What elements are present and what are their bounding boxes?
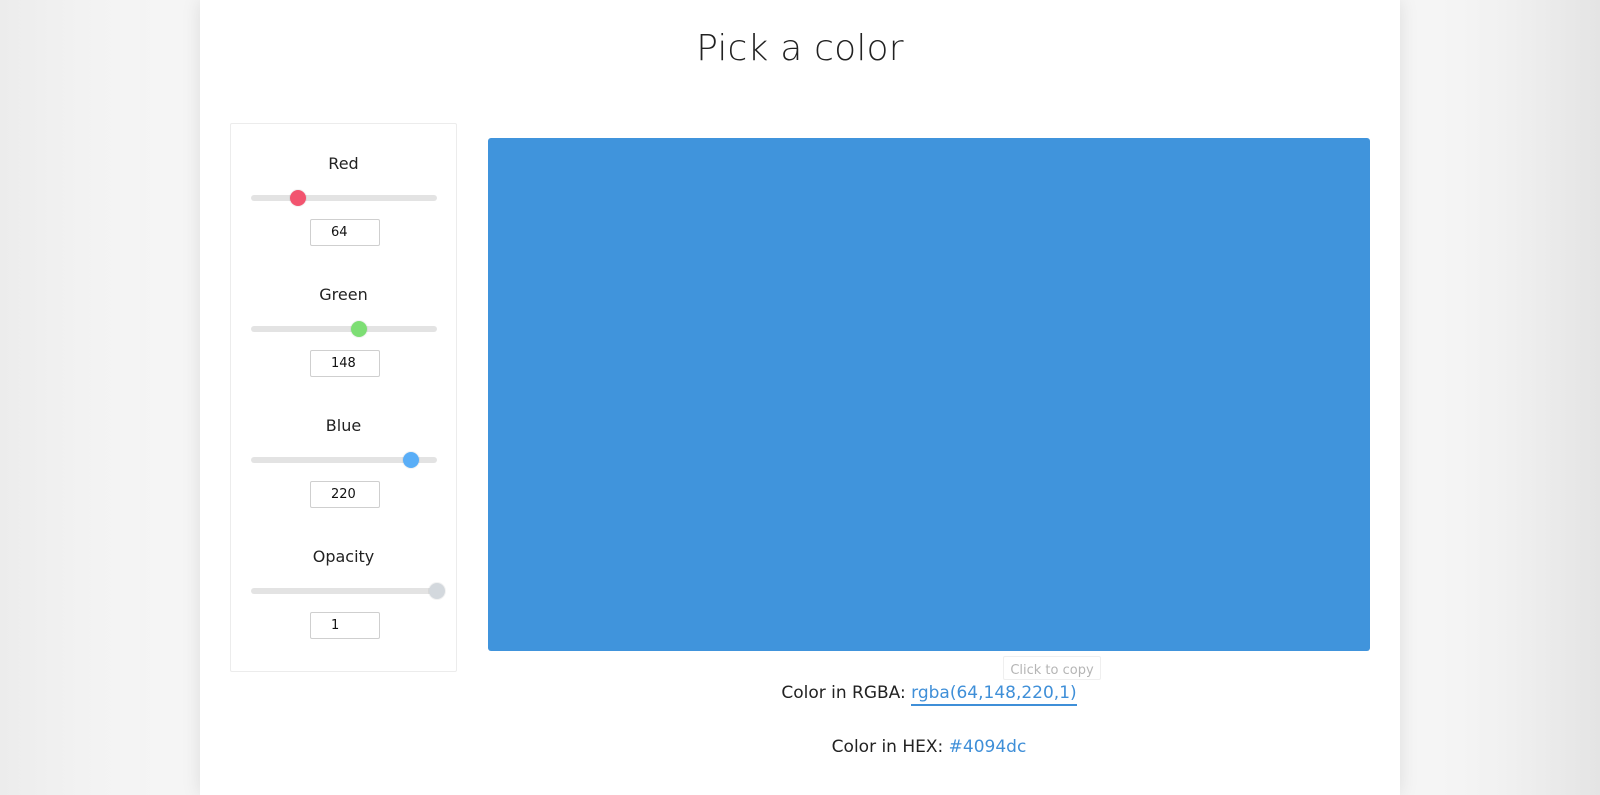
red-control: Red — [231, 124, 456, 246]
red-slider-thumb[interactable] — [289, 190, 306, 206]
red-slider[interactable] — [251, 190, 437, 206]
controls-panel: Red Green Blue Opacity — [230, 123, 457, 672]
green-slider-thumb[interactable] — [350, 321, 367, 337]
blue-control: Blue — [231, 386, 456, 508]
red-value-input[interactable] — [310, 219, 380, 246]
green-label: Green — [319, 285, 368, 304]
rgba-row: Color in RGBA: rgba(64,148,220,1) — [488, 683, 1370, 706]
opacity-slider-thumb[interactable] — [429, 583, 445, 599]
hex-label: Color in HEX: — [831, 737, 944, 757]
red-label: Red — [328, 154, 359, 173]
rgba-value-link[interactable]: rgba(64,148,220,1) — [911, 683, 1077, 706]
opacity-value-input[interactable] — [310, 612, 380, 639]
opacity-label: Opacity — [312, 547, 375, 566]
blue-label: Blue — [325, 416, 362, 435]
blue-value-input[interactable] — [310, 481, 380, 508]
green-control: Green — [231, 255, 456, 377]
hex-row: Color in HEX: #4094dc — [488, 737, 1370, 757]
hex-value-link[interactable]: #4094dc — [949, 737, 1027, 757]
copy-tooltip: Click to copy — [1003, 656, 1101, 680]
page-title: Pick a color — [696, 28, 904, 69]
blue-slider-thumb[interactable] — [403, 452, 420, 468]
blue-slider[interactable] — [251, 452, 437, 468]
green-value-input[interactable] — [310, 350, 380, 377]
rgba-label: Color in RGBA: — [781, 683, 906, 703]
opacity-control: Opacity — [231, 517, 456, 639]
color-preview — [488, 138, 1370, 651]
opacity-slider[interactable] — [251, 583, 445, 599]
page-card: Pick a color Red Green Blue Opacity — [200, 0, 1400, 795]
green-slider[interactable] — [251, 321, 437, 337]
